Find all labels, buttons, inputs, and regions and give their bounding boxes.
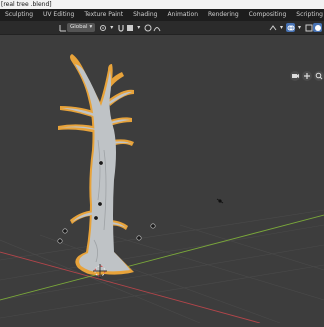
tab-shading[interactable]: Shading	[128, 9, 162, 21]
tab-scripting[interactable]: Scripting	[291, 9, 324, 21]
shading-solid-icon[interactable]	[313, 23, 322, 32]
tab-texture-paint[interactable]: Texture Paint	[79, 9, 128, 21]
falloff-icon[interactable]	[152, 23, 161, 32]
viewport-header: Global ▾ ▾ ▾ ▾ ▾	[0, 21, 324, 35]
window-title: [real tree .blend]	[0, 0, 324, 9]
y-axis-line	[0, 214, 324, 301]
zoom-view-icon[interactable]	[314, 71, 324, 81]
3d-viewport[interactable]	[0, 34, 324, 324]
viewport-gizmo-icon[interactable]	[268, 23, 277, 32]
chevron-down-icon[interactable]: ▾	[277, 23, 286, 32]
tab-sculpting[interactable]: Sculpting	[0, 9, 38, 21]
snap-target-icon[interactable]	[125, 23, 134, 32]
viewport-grid	[0, 209, 324, 324]
overlay-icon[interactable]	[286, 23, 295, 32]
transform-orientation-dropdown[interactable]: Global ▾	[67, 23, 96, 32]
tree-body	[60, 64, 132, 272]
tab-uv-editing[interactable]: UV Editing	[38, 9, 79, 21]
tab-rendering[interactable]: Rendering	[203, 9, 244, 21]
chevron-down-icon[interactable]: ▾	[295, 23, 304, 32]
pivot-icon[interactable]	[98, 23, 107, 32]
pan-view-icon[interactable]	[302, 71, 312, 81]
xray-icon[interactable]	[304, 23, 313, 32]
chevron-down-icon: ▾	[89, 24, 93, 30]
camera-view-icon[interactable]	[290, 71, 300, 81]
tab-compositing[interactable]: Compositing	[244, 9, 292, 21]
transform-orientation-value: Global	[70, 24, 88, 30]
proportional-edit-icon[interactable]	[143, 23, 152, 32]
light-icon[interactable]	[216, 198, 224, 204]
magnet-icon[interactable]	[116, 23, 125, 32]
transform-controls: Global ▾ ▾ ▾	[58, 23, 161, 32]
workspace-tabs: Sculpting UV Editing Texture Paint Shadi…	[0, 9, 324, 21]
chevron-down-icon[interactable]: ▾	[107, 23, 116, 32]
viewport-overlays: ▾ ▾ ▾	[268, 23, 324, 32]
orientation-icon	[58, 23, 67, 32]
chevron-down-icon[interactable]: ▾	[134, 23, 143, 32]
tab-animation[interactable]: Animation	[162, 9, 203, 21]
viewport-scene	[0, 54, 324, 324]
